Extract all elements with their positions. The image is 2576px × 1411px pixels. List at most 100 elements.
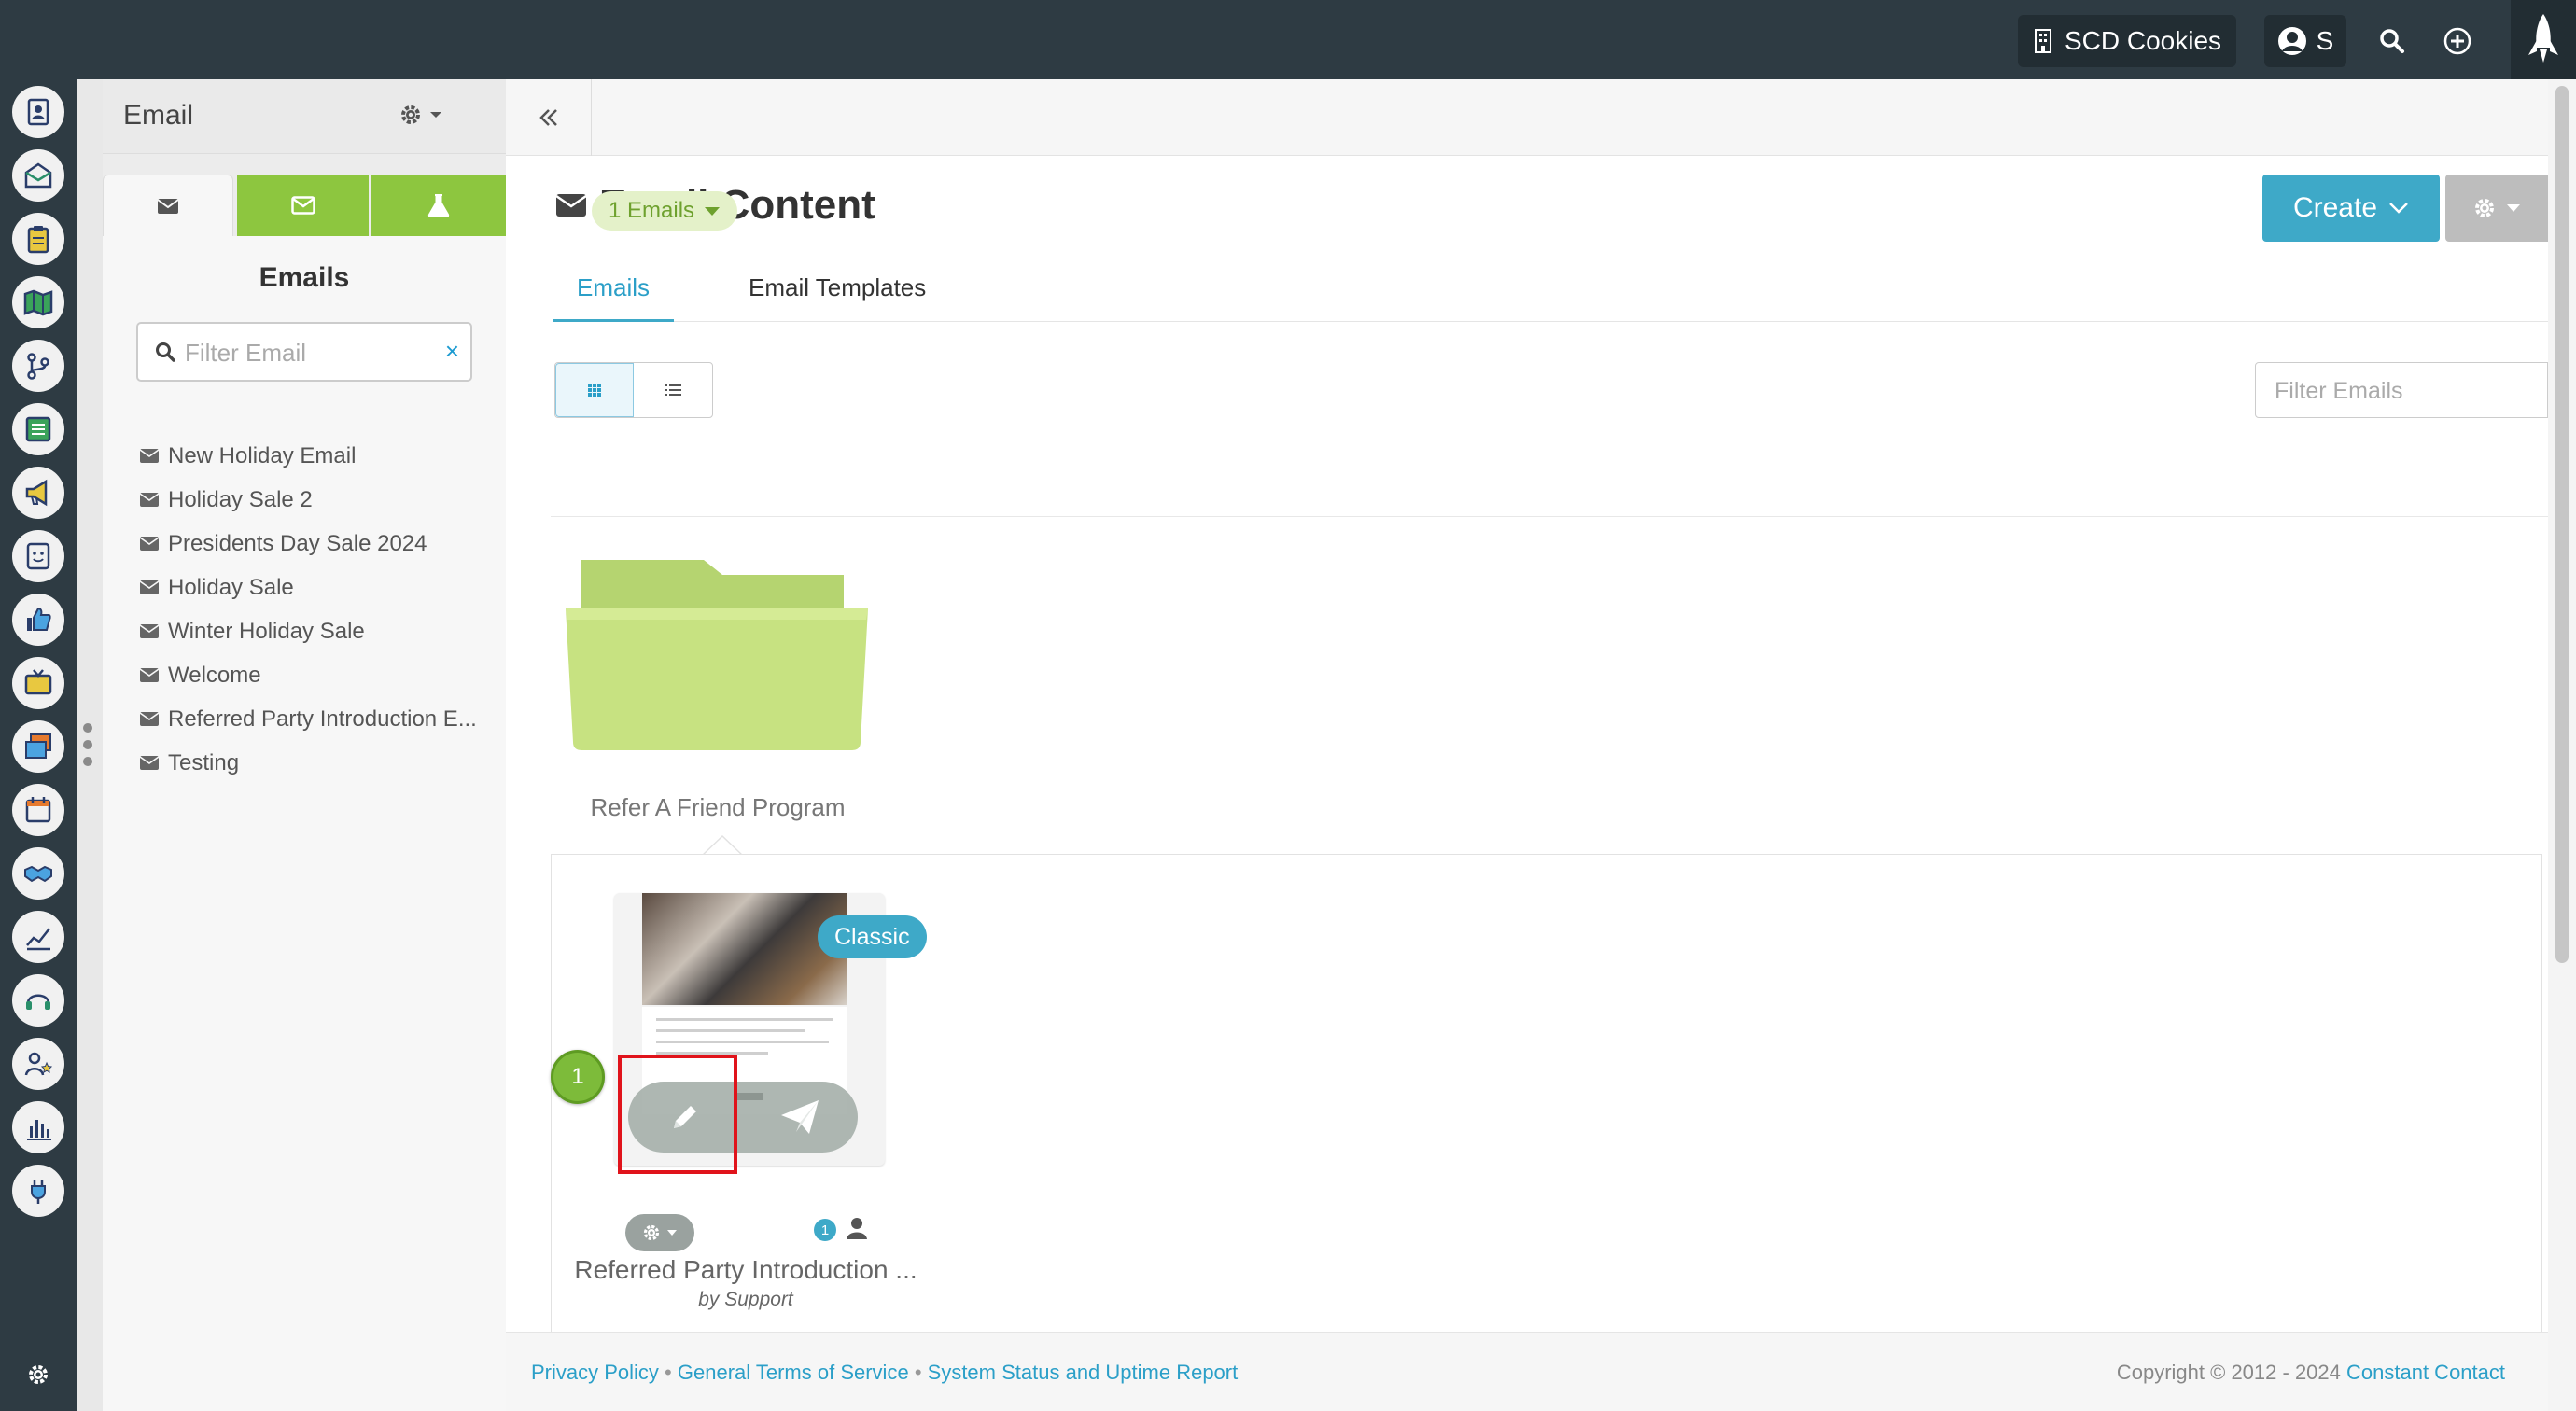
page-settings-dropdown[interactable] — [2445, 175, 2548, 242]
rail-media-button[interactable] — [12, 657, 64, 709]
email-label: Holiday Sale 2 — [168, 486, 313, 512]
footer-separator: • — [665, 1361, 672, 1384]
classic-badge: Classic — [818, 915, 927, 958]
terms-of-service-link[interactable]: General Terms of Service — [678, 1361, 909, 1384]
create-button[interactable]: Create — [2262, 175, 2440, 242]
emails-heading: Emails — [259, 262, 350, 293]
footer: Privacy Policy • General Terms of Servic… — [506, 1332, 2548, 1411]
filter-emails-field — [2255, 362, 2548, 418]
rail-reviews-button[interactable] — [12, 594, 64, 646]
privacy-policy-link[interactable]: Privacy Policy — [531, 1361, 659, 1384]
tv-icon — [24, 669, 52, 695]
main-toolbar — [506, 79, 2548, 156]
list-item[interactable]: Holiday Sale 2 — [140, 478, 495, 522]
email-label: New Holiday Email — [168, 442, 357, 468]
building-icon — [2034, 29, 2051, 53]
search-icon — [2380, 29, 2404, 53]
search-button[interactable] — [2371, 15, 2414, 67]
tab-test-emails[interactable] — [371, 175, 506, 236]
rail-contacts-button[interactable] — [12, 86, 64, 138]
list-item[interactable]: Holiday Sale — [140, 566, 495, 609]
list-item[interactable]: Presidents Day Sale 2024 — [140, 522, 495, 566]
user-star-icon — [24, 1052, 53, 1076]
collapse-sidebar-button[interactable] — [506, 79, 592, 156]
filter-email-input[interactable] — [185, 337, 427, 369]
account-name: SCD Cookies — [2064, 26, 2222, 55]
rail-calendar-button[interactable] — [12, 784, 64, 836]
list-item[interactable]: Testing — [140, 741, 495, 785]
rail-deals-button[interactable] — [12, 847, 64, 900]
caret-down-icon — [2507, 204, 2520, 212]
rail-email-button[interactable] — [12, 149, 64, 202]
contacts-icon — [27, 98, 49, 126]
account-switcher-button[interactable]: SCD Cookies — [2018, 15, 2236, 67]
calendar-icon — [25, 797, 51, 823]
rail-reports-button[interactable] — [12, 1101, 64, 1153]
grid-view-button[interactable] — [555, 363, 635, 417]
list-view-button[interactable] — [634, 363, 712, 417]
email-label: Testing — [168, 749, 240, 775]
search-icon — [156, 342, 175, 362]
email-card-title[interactable]: Referred Party Introduction ... — [573, 1255, 918, 1285]
app-frame: SCD Cookies S Email Emails Filter Email … — [0, 0, 2576, 1411]
grid-icon — [588, 384, 601, 397]
vertical-scrollbar-thumb[interactable] — [2555, 86, 2569, 963]
clear-filter-icon[interactable]: × — [445, 337, 459, 366]
rail-surveys-button[interactable] — [12, 530, 64, 582]
card-settings-dropdown[interactable] — [625, 1214, 694, 1251]
email-card-author: by Support — [698, 1289, 793, 1310]
rail-growth-button[interactable] — [12, 911, 64, 963]
sidebar-settings-dropdown[interactable] — [399, 104, 442, 126]
sidebar-header: Email — [103, 79, 506, 154]
folder-name[interactable]: Refer A Friend Program — [564, 793, 872, 822]
copyright-text: Copyright © 2012 - 2024 — [2116, 1361, 2341, 1384]
tab-emails[interactable]: Emails — [553, 273, 674, 322]
list-item[interactable]: Referred Party Introduction E... — [140, 697, 495, 741]
add-button[interactable] — [2436, 15, 2479, 67]
caret-down-icon — [430, 112, 441, 118]
list-item[interactable]: Winter Holiday Sale — [140, 609, 495, 653]
settings-gear-icon — [29, 1365, 48, 1384]
folder-icon[interactable] — [564, 551, 872, 756]
double-chevron-left-icon — [539, 109, 557, 126]
send-paper-plane-icon[interactable] — [779, 1098, 820, 1136]
launch-button[interactable] — [2511, 0, 2576, 79]
folder-email-count-dropdown[interactable]: 1 Emails — [592, 191, 738, 231]
user-menu-button[interactable]: S — [2264, 15, 2346, 67]
rail-users-button[interactable] — [12, 1038, 64, 1090]
sidebar-panel: Emails × New Holiday Email Holiday Sale … — [103, 236, 506, 1411]
list-lines-icon — [665, 384, 681, 396]
rail-gallery-button[interactable] — [12, 720, 64, 773]
filter-email-field: × — [136, 322, 472, 382]
filter-emails-input[interactable] — [2275, 376, 2536, 406]
list-item[interactable]: Welcome — [140, 653, 495, 697]
panel-pointer-fill — [703, 837, 742, 856]
sidebar-tabs — [103, 175, 506, 236]
constant-contact-link[interactable]: Constant Contact — [2346, 1361, 2505, 1384]
folder-email-count: 1 Emails — [609, 198, 695, 223]
plug-icon — [31, 1180, 46, 1204]
rail-settings-button[interactable] — [26, 1362, 50, 1391]
top-bar: SCD Cookies S — [0, 0, 2576, 79]
envelope-icon — [140, 668, 159, 682]
rail-maps-button[interactable] — [12, 276, 64, 328]
list-item[interactable]: New Holiday Email — [140, 434, 495, 478]
rail-integrations-button[interactable] — [12, 1165, 64, 1217]
tab-sent-emails[interactable] — [237, 175, 369, 236]
envelope-outline-icon — [290, 196, 315, 215]
caret-down-icon — [667, 1230, 677, 1236]
rail-campaigns-button[interactable] — [12, 467, 64, 519]
bar-chart-icon — [27, 1120, 51, 1140]
rail-workflows-button[interactable] — [12, 340, 64, 392]
rail-support-button[interactable] — [12, 974, 64, 1027]
system-status-link[interactable]: System Status and Uptime Report — [928, 1361, 1239, 1384]
user-icon — [847, 1218, 867, 1239]
resize-handle[interactable] — [83, 723, 92, 774]
tab-email-templates[interactable]: Email Templates — [749, 273, 926, 322]
rail-forms-button[interactable] — [12, 213, 64, 265]
envelope-icon — [140, 537, 159, 551]
tab-all-emails[interactable] — [103, 175, 233, 236]
rail-lists-button[interactable] — [12, 403, 64, 455]
email-label: Holiday Sale — [168, 574, 294, 600]
footer-links: Privacy Policy • General Terms of Servic… — [531, 1361, 1238, 1385]
